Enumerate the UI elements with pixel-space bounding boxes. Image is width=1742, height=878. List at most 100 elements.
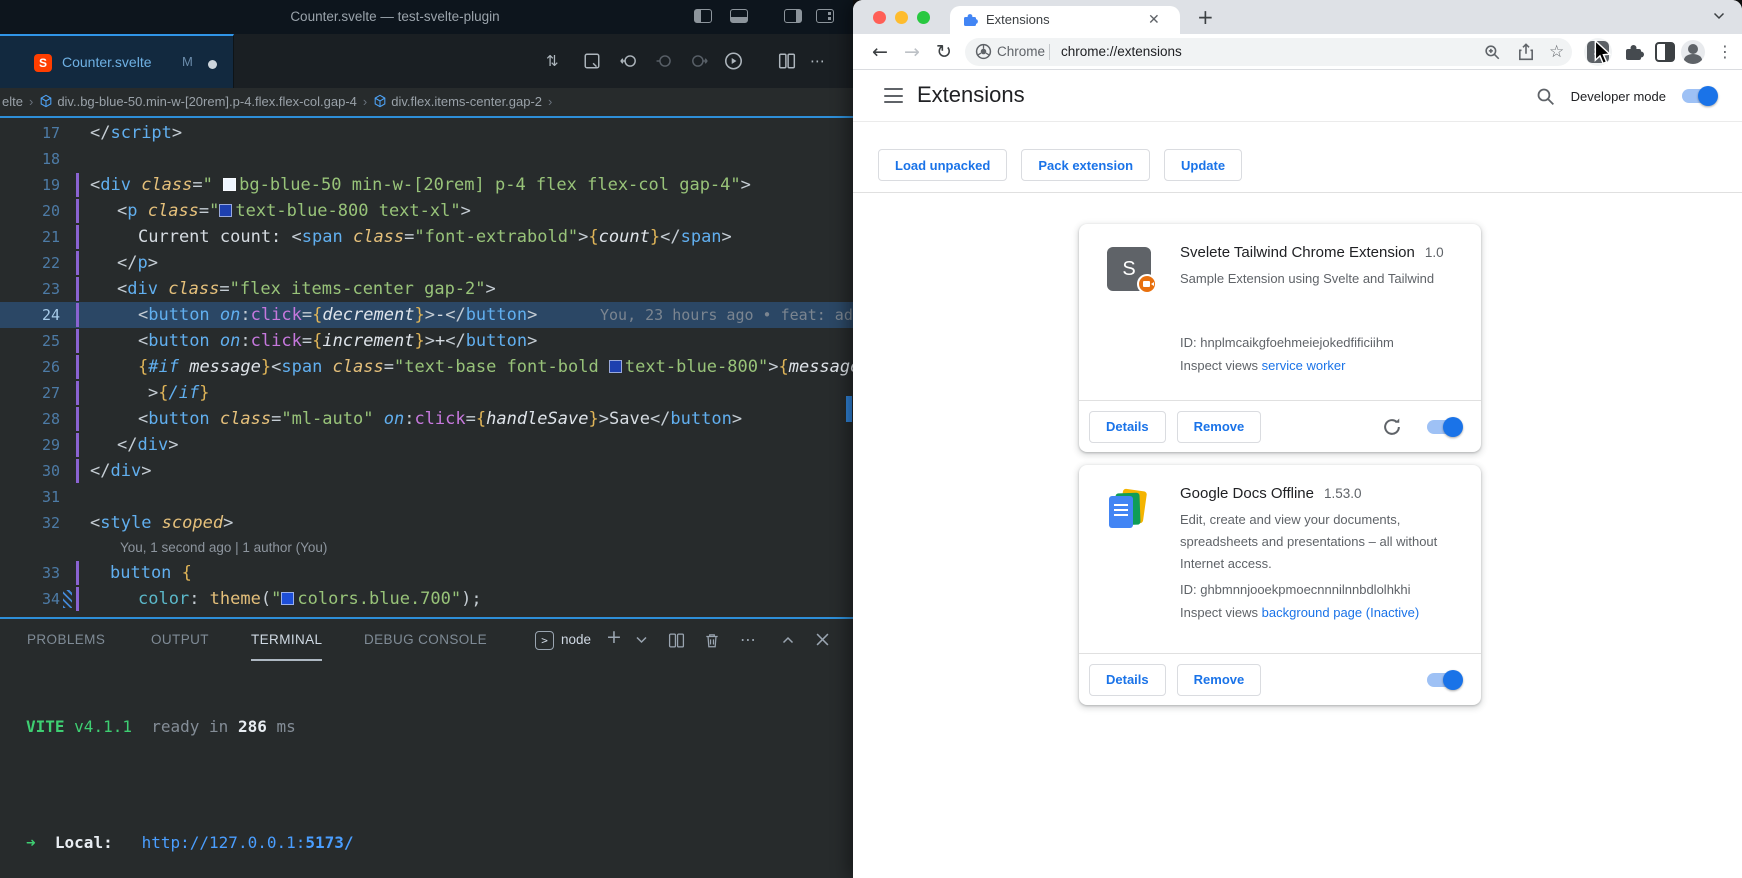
nav-back-icon[interactable] bbox=[620, 52, 638, 70]
symbol-cube-icon bbox=[39, 94, 53, 108]
panel-more-actions-icon[interactable]: ⋯ bbox=[740, 630, 756, 650]
terminal-dropdown-icon[interactable] bbox=[636, 636, 647, 644]
address-bar[interactable]: Chrome chrome://extensions ☆ bbox=[965, 38, 1572, 66]
reload-extension-icon[interactable] bbox=[1382, 417, 1402, 437]
minimize-window-button[interactable] bbox=[895, 11, 908, 24]
side-panel-extension-icon[interactable] bbox=[1655, 42, 1675, 62]
bookmark-star-icon[interactable]: ☆ bbox=[1549, 38, 1564, 66]
breadcrumb-item-2[interactable]: div.flex.items-center.gap-2 bbox=[391, 94, 542, 109]
extension-enabled-toggle[interactable] bbox=[1427, 673, 1461, 687]
code-line: 30</div> bbox=[0, 458, 853, 484]
nav-dot-icon[interactable] bbox=[656, 52, 674, 70]
remove-button[interactable]: Remove bbox=[1177, 664, 1262, 696]
close-panel-icon[interactable] bbox=[816, 633, 829, 646]
close-tab-icon[interactable]: ✕ bbox=[1148, 6, 1160, 34]
extensions-puzzle-icon[interactable] bbox=[1623, 41, 1645, 63]
update-button[interactable]: Update bbox=[1164, 149, 1242, 181]
tab-title: Extensions bbox=[986, 6, 1050, 34]
vscode-window: Counter.svelte — test-svelte-plugin S Co… bbox=[0, 0, 853, 878]
symbol-cube-icon bbox=[373, 94, 387, 108]
code-line: 22</p> bbox=[0, 250, 853, 276]
toggle-sidebar-icon[interactable] bbox=[694, 9, 712, 23]
code-editor[interactable]: 17</script>1819<div class=" bg-blue-50 m… bbox=[0, 120, 853, 617]
new-terminal-icon[interactable]: + bbox=[606, 627, 622, 647]
terminal-output[interactable]: VITE v4.1.1 ready in 286 ms ➜ Local: htt… bbox=[0, 679, 853, 878]
google-docs-offline-icon bbox=[1107, 488, 1151, 532]
kill-terminal-icon[interactable] bbox=[704, 632, 720, 649]
code-line: 19<div class=" bg-blue-50 min-w-[20rem] … bbox=[0, 172, 853, 198]
tab-dirty-dot[interactable] bbox=[208, 60, 217, 69]
split-editor-icon[interactable] bbox=[778, 52, 796, 70]
dev-toolbar: Load unpacked Pack extension Update bbox=[878, 149, 1242, 181]
details-button[interactable]: Details bbox=[1089, 411, 1166, 443]
extension-enabled-toggle[interactable] bbox=[1427, 420, 1461, 434]
panel-tab-debug-console[interactable]: DEBUG CONSOLE bbox=[364, 619, 487, 661]
tab-modified-badge: M bbox=[182, 36, 193, 88]
toggle-panel-icon[interactable] bbox=[730, 9, 748, 23]
pack-extension-button[interactable]: Pack extension bbox=[1021, 149, 1150, 181]
panel-tab-terminal[interactable]: TERMINAL bbox=[251, 619, 322, 661]
extension-description: Sample Extension using Svelte and Tailwi… bbox=[1180, 268, 1463, 290]
developer-mode-label: Developer mode bbox=[1571, 89, 1666, 104]
chrome-window: Extensions ✕ + ← → ↻ Chrome chrome://ext… bbox=[853, 0, 1742, 878]
share-icon[interactable] bbox=[1517, 43, 1535, 61]
breadcrumb-file[interactable]: elte bbox=[0, 94, 23, 109]
svelte-icon: S bbox=[34, 54, 52, 72]
panel-tab-output[interactable]: OUTPUT bbox=[151, 619, 209, 661]
split-terminal-icon[interactable] bbox=[668, 632, 685, 649]
profile-avatar[interactable] bbox=[1681, 40, 1705, 64]
vscode-window-title: Counter.svelte — test-svelte-plugin bbox=[0, 0, 790, 34]
terminal-shell-name[interactable]: node bbox=[561, 619, 591, 661]
zoom-icon[interactable] bbox=[1483, 43, 1501, 61]
code-line: 26{#if message}<span class="text-base fo… bbox=[0, 354, 853, 380]
extension-name: Google Docs Offline bbox=[1180, 485, 1314, 502]
code-line: 28<button class="ml-auto" on:click={hand… bbox=[0, 406, 853, 432]
background-page-link[interactable]: background page (Inactive) bbox=[1262, 605, 1420, 620]
nav-forward-icon[interactable] bbox=[690, 52, 708, 70]
zoom-window-button[interactable] bbox=[917, 11, 930, 24]
code-line: 24<button on:click={decrement}>-</button… bbox=[0, 302, 853, 328]
reload-icon[interactable]: ↻ bbox=[936, 34, 952, 70]
tab-counter-svelte[interactable]: S Counter.svelte M bbox=[0, 34, 234, 88]
chrome-tab-strip: Extensions ✕ + bbox=[853, 0, 1742, 34]
compare-changes-icon[interactable]: ⇅ bbox=[546, 52, 559, 70]
forward-icon[interactable]: → bbox=[904, 34, 920, 70]
breadcrumb-item-1[interactable]: div..bg-blue-50.min-w-[20rem].p-4.flex.f… bbox=[57, 94, 357, 109]
close-window-button[interactable] bbox=[873, 11, 886, 24]
extension-description: Edit, create and view your documents, sp… bbox=[1180, 509, 1463, 575]
editor-tab-bar: S Counter.svelte M ⇅ ⋯ bbox=[0, 34, 853, 88]
details-button[interactable]: Details bbox=[1089, 664, 1166, 696]
developer-mode-toggle[interactable] bbox=[1682, 89, 1716, 103]
omnibox-separator bbox=[1049, 44, 1050, 60]
svelte-extension-icon: S bbox=[1107, 247, 1151, 291]
terminal-shell-icon: > bbox=[535, 631, 554, 650]
card-footer: Details Remove bbox=[1079, 653, 1481, 705]
maximize-panel-icon[interactable] bbox=[782, 636, 794, 644]
blame-lens: You, 1 second ago | 1 author (You) bbox=[0, 536, 853, 560]
back-icon[interactable]: ← bbox=[872, 34, 888, 70]
extension-version: 1.0 bbox=[1425, 245, 1444, 260]
code-line: 31 bbox=[0, 484, 853, 510]
toggle-secondary-sidebar-icon[interactable] bbox=[784, 9, 802, 23]
customize-layout-icon[interactable] bbox=[816, 9, 834, 23]
card-footer: Details Remove bbox=[1079, 400, 1481, 452]
open-preview-icon[interactable] bbox=[583, 52, 601, 70]
extension-id: ID: ghbmnnjooekpmoecnnnilnnbdlolhkhi bbox=[1180, 582, 1465, 597]
load-unpacked-button[interactable]: Load unpacked bbox=[878, 149, 1007, 181]
extension-card-svelte: S Svelete Tailwind Chrome Extension1.0 S… bbox=[1079, 224, 1481, 452]
editor-more-actions-icon[interactable]: ⋯ bbox=[810, 52, 825, 70]
run-icon[interactable] bbox=[724, 52, 743, 71]
panel-tab-problems[interactable]: PROBLEMS bbox=[27, 619, 105, 661]
remove-button[interactable]: Remove bbox=[1177, 411, 1262, 443]
menu-hamburger-icon[interactable] bbox=[884, 88, 903, 103]
chrome-logo-icon bbox=[975, 43, 992, 60]
search-icon[interactable] bbox=[1536, 87, 1555, 106]
service-worker-link[interactable]: service worker bbox=[1262, 358, 1346, 373]
new-tab-button[interactable]: + bbox=[1197, 2, 1214, 32]
url-text[interactable]: chrome://extensions bbox=[1061, 38, 1182, 66]
terminal-line bbox=[0, 775, 853, 795]
breadcrumb: elte›div..bg-blue-50.min-w-[20rem].p-4.f… bbox=[0, 88, 853, 118]
browser-tab-extensions[interactable]: Extensions ✕ bbox=[950, 6, 1180, 34]
tab-search-chevron-icon[interactable] bbox=[1713, 12, 1725, 20]
chrome-menu-icon[interactable]: ⋮ bbox=[1717, 34, 1733, 70]
